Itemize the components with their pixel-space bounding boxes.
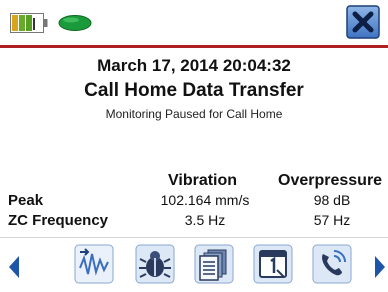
bottom-toolbar (0, 238, 388, 292)
datetime-label: March 17, 2014 20:04:32 (97, 56, 291, 75)
status-led-icon (58, 15, 92, 31)
close-button[interactable] (346, 5, 380, 39)
row-label-peak: Peak (8, 192, 44, 209)
status-bar (0, 0, 388, 44)
peak-vibration-value: 102.164 mm/s (160, 192, 250, 208)
bug-icon[interactable] (135, 244, 175, 284)
row-label-zc-frequency: ZC Frequency (8, 212, 109, 229)
documents-icon[interactable] (194, 244, 234, 284)
zc-frequency-overpressure-value: 57 Hz (313, 212, 351, 228)
chevron-right-icon[interactable] (372, 254, 388, 280)
zc-frequency-vibration-value: 3.5 Hz (184, 212, 226, 228)
status-message: Monitoring Paused for Call Home (105, 107, 283, 121)
table-row: Peak 102.164 mm/s 98 dB (0, 192, 388, 212)
waveform-download-icon[interactable] (74, 244, 114, 284)
column-header-overpressure: Overpressure (278, 172, 383, 189)
battery-icon (10, 13, 48, 33)
page-title: Call Home Data Transfer (84, 80, 304, 101)
header-divider (0, 45, 388, 48)
calendar-icon[interactable] (253, 244, 293, 284)
table-header: Vibration Overpressure (0, 172, 388, 192)
phone-call-icon[interactable] (312, 244, 352, 284)
call-home-screen: March 17, 2014 20:04:32 Call Home Data T… (0, 0, 388, 292)
chevron-left-icon[interactable] (6, 254, 22, 280)
column-header-vibration: Vibration (168, 172, 238, 189)
peak-overpressure-value: 98 dB (313, 192, 351, 208)
table-row: ZC Frequency 3.5 Hz 57 Hz (0, 212, 388, 232)
